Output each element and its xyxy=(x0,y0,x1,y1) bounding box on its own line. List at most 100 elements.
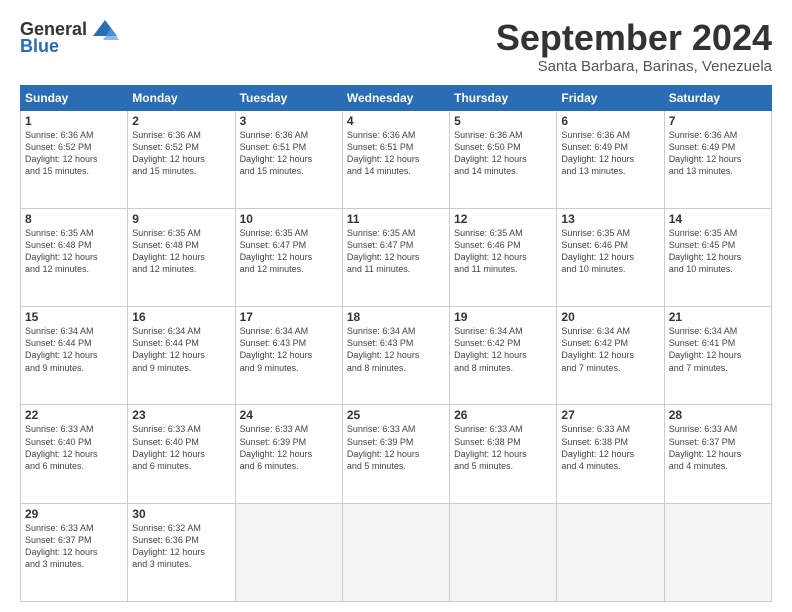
day-info: Sunrise: 6:33 AM Sunset: 6:38 PM Dayligh… xyxy=(561,423,659,472)
calendar-week-1: 1Sunrise: 6:36 AM Sunset: 6:52 PM Daylig… xyxy=(21,110,772,208)
calendar-cell: 2Sunrise: 6:36 AM Sunset: 6:52 PM Daylig… xyxy=(128,110,235,208)
calendar-cell xyxy=(557,503,664,601)
day-info: Sunrise: 6:36 AM Sunset: 6:49 PM Dayligh… xyxy=(561,129,659,178)
day-number: 30 xyxy=(132,507,230,521)
day-info: Sunrise: 6:35 AM Sunset: 6:47 PM Dayligh… xyxy=(240,227,338,276)
day-info: Sunrise: 6:36 AM Sunset: 6:52 PM Dayligh… xyxy=(25,129,123,178)
day-info: Sunrise: 6:36 AM Sunset: 6:51 PM Dayligh… xyxy=(347,129,445,178)
calendar-cell: 30Sunrise: 6:32 AM Sunset: 6:36 PM Dayli… xyxy=(128,503,235,601)
calendar-week-2: 8Sunrise: 6:35 AM Sunset: 6:48 PM Daylig… xyxy=(21,208,772,306)
calendar-cell: 4Sunrise: 6:36 AM Sunset: 6:51 PM Daylig… xyxy=(342,110,449,208)
day-info: Sunrise: 6:35 AM Sunset: 6:46 PM Dayligh… xyxy=(561,227,659,276)
logo-blue: Blue xyxy=(20,36,59,57)
calendar-cell: 20Sunrise: 6:34 AM Sunset: 6:42 PM Dayli… xyxy=(557,307,664,405)
calendar-cell xyxy=(235,503,342,601)
day-number: 14 xyxy=(669,212,767,226)
day-number: 9 xyxy=(132,212,230,226)
day-info: Sunrise: 6:33 AM Sunset: 6:39 PM Dayligh… xyxy=(347,423,445,472)
page: General Blue September 2024 Santa Barbar… xyxy=(0,0,792,612)
day-number: 25 xyxy=(347,408,445,422)
calendar-cell: 7Sunrise: 6:36 AM Sunset: 6:49 PM Daylig… xyxy=(664,110,771,208)
header: General Blue September 2024 Santa Barbar… xyxy=(20,18,772,75)
calendar-cell: 14Sunrise: 6:35 AM Sunset: 6:45 PM Dayli… xyxy=(664,208,771,306)
logo-icon xyxy=(91,18,119,40)
calendar-week-3: 15Sunrise: 6:34 AM Sunset: 6:44 PM Dayli… xyxy=(21,307,772,405)
day-info: Sunrise: 6:36 AM Sunset: 6:49 PM Dayligh… xyxy=(669,129,767,178)
day-info: Sunrise: 6:34 AM Sunset: 6:44 PM Dayligh… xyxy=(132,325,230,374)
day-number: 26 xyxy=(454,408,552,422)
calendar-cell: 21Sunrise: 6:34 AM Sunset: 6:41 PM Dayli… xyxy=(664,307,771,405)
calendar-header-row: SundayMondayTuesdayWednesdayThursdayFrid… xyxy=(21,85,772,110)
day-number: 18 xyxy=(347,310,445,324)
day-number: 22 xyxy=(25,408,123,422)
calendar-header-sunday: Sunday xyxy=(21,85,128,110)
day-number: 17 xyxy=(240,310,338,324)
calendar-cell: 17Sunrise: 6:34 AM Sunset: 6:43 PM Dayli… xyxy=(235,307,342,405)
day-info: Sunrise: 6:32 AM Sunset: 6:36 PM Dayligh… xyxy=(132,522,230,571)
day-info: Sunrise: 6:34 AM Sunset: 6:43 PM Dayligh… xyxy=(347,325,445,374)
day-number: 29 xyxy=(25,507,123,521)
calendar-cell: 28Sunrise: 6:33 AM Sunset: 6:37 PM Dayli… xyxy=(664,405,771,503)
day-number: 13 xyxy=(561,212,659,226)
day-info: Sunrise: 6:33 AM Sunset: 6:37 PM Dayligh… xyxy=(669,423,767,472)
month-title: September 2024 xyxy=(496,18,772,58)
title-area: September 2024 Santa Barbara, Barinas, V… xyxy=(496,18,772,75)
calendar-cell: 3Sunrise: 6:36 AM Sunset: 6:51 PM Daylig… xyxy=(235,110,342,208)
day-number: 1 xyxy=(25,114,123,128)
calendar-cell: 6Sunrise: 6:36 AM Sunset: 6:49 PM Daylig… xyxy=(557,110,664,208)
calendar-cell: 9Sunrise: 6:35 AM Sunset: 6:48 PM Daylig… xyxy=(128,208,235,306)
day-number: 23 xyxy=(132,408,230,422)
day-info: Sunrise: 6:35 AM Sunset: 6:48 PM Dayligh… xyxy=(132,227,230,276)
day-number: 5 xyxy=(454,114,552,128)
day-info: Sunrise: 6:36 AM Sunset: 6:51 PM Dayligh… xyxy=(240,129,338,178)
calendar-header-monday: Monday xyxy=(128,85,235,110)
day-number: 12 xyxy=(454,212,552,226)
calendar-cell xyxy=(664,503,771,601)
calendar-cell: 13Sunrise: 6:35 AM Sunset: 6:46 PM Dayli… xyxy=(557,208,664,306)
day-number: 2 xyxy=(132,114,230,128)
calendar-week-5: 29Sunrise: 6:33 AM Sunset: 6:37 PM Dayli… xyxy=(21,503,772,601)
calendar-cell: 24Sunrise: 6:33 AM Sunset: 6:39 PM Dayli… xyxy=(235,405,342,503)
calendar-table: SundayMondayTuesdayWednesdayThursdayFrid… xyxy=(20,85,772,602)
day-number: 28 xyxy=(669,408,767,422)
day-info: Sunrise: 6:36 AM Sunset: 6:50 PM Dayligh… xyxy=(454,129,552,178)
calendar-cell: 11Sunrise: 6:35 AM Sunset: 6:47 PM Dayli… xyxy=(342,208,449,306)
calendar-header-thursday: Thursday xyxy=(450,85,557,110)
calendar-cell: 29Sunrise: 6:33 AM Sunset: 6:37 PM Dayli… xyxy=(21,503,128,601)
calendar-header-saturday: Saturday xyxy=(664,85,771,110)
calendar-cell: 26Sunrise: 6:33 AM Sunset: 6:38 PM Dayli… xyxy=(450,405,557,503)
day-number: 10 xyxy=(240,212,338,226)
calendar-cell: 1Sunrise: 6:36 AM Sunset: 6:52 PM Daylig… xyxy=(21,110,128,208)
day-number: 21 xyxy=(669,310,767,324)
day-number: 16 xyxy=(132,310,230,324)
day-info: Sunrise: 6:35 AM Sunset: 6:47 PM Dayligh… xyxy=(347,227,445,276)
calendar-cell: 16Sunrise: 6:34 AM Sunset: 6:44 PM Dayli… xyxy=(128,307,235,405)
calendar-cell: 10Sunrise: 6:35 AM Sunset: 6:47 PM Dayli… xyxy=(235,208,342,306)
calendar-cell xyxy=(450,503,557,601)
calendar-cell: 27Sunrise: 6:33 AM Sunset: 6:38 PM Dayli… xyxy=(557,405,664,503)
day-number: 27 xyxy=(561,408,659,422)
day-number: 4 xyxy=(347,114,445,128)
calendar-cell xyxy=(342,503,449,601)
day-number: 7 xyxy=(669,114,767,128)
day-info: Sunrise: 6:33 AM Sunset: 6:38 PM Dayligh… xyxy=(454,423,552,472)
calendar-cell: 5Sunrise: 6:36 AM Sunset: 6:50 PM Daylig… xyxy=(450,110,557,208)
day-number: 8 xyxy=(25,212,123,226)
day-number: 11 xyxy=(347,212,445,226)
calendar-cell: 8Sunrise: 6:35 AM Sunset: 6:48 PM Daylig… xyxy=(21,208,128,306)
calendar-cell: 15Sunrise: 6:34 AM Sunset: 6:44 PM Dayli… xyxy=(21,307,128,405)
day-info: Sunrise: 6:33 AM Sunset: 6:40 PM Dayligh… xyxy=(132,423,230,472)
calendar-header-friday: Friday xyxy=(557,85,664,110)
calendar-cell: 18Sunrise: 6:34 AM Sunset: 6:43 PM Dayli… xyxy=(342,307,449,405)
day-number: 19 xyxy=(454,310,552,324)
day-number: 15 xyxy=(25,310,123,324)
day-info: Sunrise: 6:36 AM Sunset: 6:52 PM Dayligh… xyxy=(132,129,230,178)
calendar-cell: 19Sunrise: 6:34 AM Sunset: 6:42 PM Dayli… xyxy=(450,307,557,405)
day-info: Sunrise: 6:33 AM Sunset: 6:39 PM Dayligh… xyxy=(240,423,338,472)
calendar-week-4: 22 Sunrise: 6:33 AM Sunset: 6:40 PM Dayli… xyxy=(21,405,772,503)
calendar-cell: 23Sunrise: 6:33 AM Sunset: 6:40 PM Dayli… xyxy=(128,405,235,503)
day-info: Sunrise: 6:34 AM Sunset: 6:44 PM Dayligh… xyxy=(25,325,123,374)
day-info: Sunrise: 6:33 AM Sunset: 6:37 PM Dayligh… xyxy=(25,522,123,571)
calendar-header-wednesday: Wednesday xyxy=(342,85,449,110)
day-info: Sunrise: 6:35 AM Sunset: 6:48 PM Dayligh… xyxy=(25,227,123,276)
